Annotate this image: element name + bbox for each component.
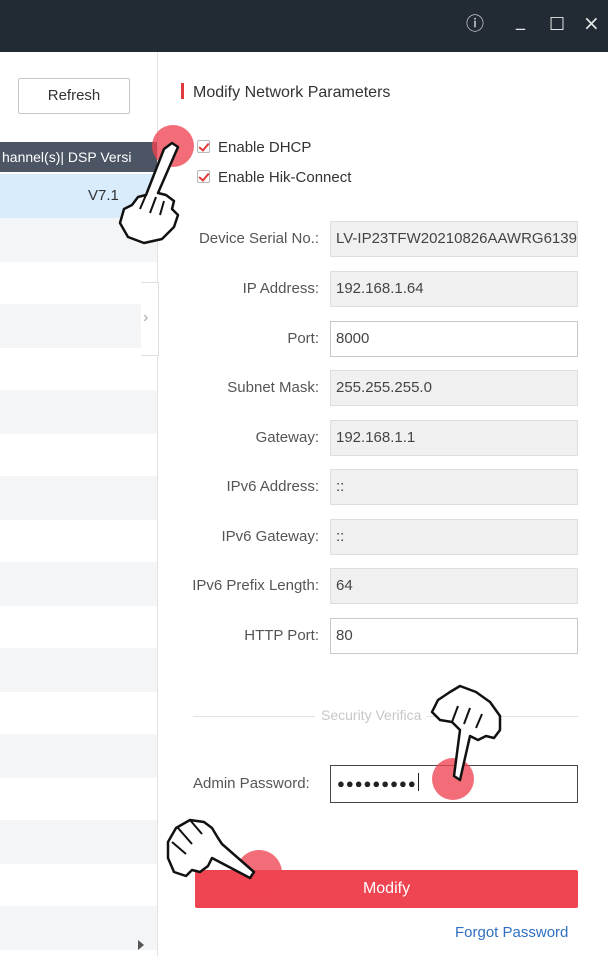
password-mask: ●●●●●●●●● (337, 776, 417, 791)
collapse-panel-handle[interactable]: › (141, 282, 159, 356)
gateway-label: Gateway: (255, 429, 319, 446)
info-icon[interactable]: ⓘ (466, 14, 484, 36)
refresh-button[interactable]: Refresh (18, 78, 130, 114)
pointing-hand-icon (118, 141, 180, 245)
ip-address-label: IP Address: (242, 280, 319, 297)
http-port-field[interactable]: 80 (330, 618, 578, 654)
table-row[interactable] (0, 476, 157, 520)
minimize-icon[interactable]: _ (516, 10, 525, 32)
subnet-mask-label: Subnet Mask: (227, 379, 319, 396)
pointing-hand-icon (430, 684, 502, 782)
ipv6-address-field[interactable]: :: (330, 469, 578, 505)
section-title: Modify Network Parameters (181, 83, 390, 102)
device-serial-field[interactable]: LV-IP23TFW20210826AAWRG6139 (330, 221, 578, 257)
chevron-right-icon: › (143, 309, 149, 326)
checkbox-checked-icon (197, 140, 210, 153)
pointing-hand-icon (166, 818, 256, 880)
ipv6-address-label: IPv6 Address: (226, 478, 319, 495)
enable-hik-connect-label: Enable Hik-Connect (218, 169, 352, 186)
window-titlebar: ⓘ _ ☐ × (0, 0, 608, 52)
security-verification-heading: Security Verifica (315, 707, 428, 723)
close-icon[interactable]: × (583, 12, 600, 34)
subnet-mask-field[interactable]: 255.255.255.0 (330, 370, 578, 406)
security-verification-divider: Security Verifica (193, 707, 578, 723)
table-row[interactable] (0, 734, 157, 778)
table-row[interactable] (0, 820, 157, 864)
ipv6-gateway-label: IPv6 Gateway: (221, 528, 319, 545)
title-accent-bar (181, 83, 184, 99)
maximize-icon[interactable]: ☐ (549, 14, 565, 36)
enable-dhcp-label: Enable DHCP (218, 139, 312, 156)
ip-address-field[interactable]: 192.168.1.64 (330, 271, 578, 307)
forgot-password-link[interactable]: Forgot Password (455, 924, 568, 941)
admin-password-label: Admin Password: (193, 775, 310, 792)
table-row[interactable] (0, 390, 157, 434)
table-row[interactable] (0, 562, 157, 606)
ipv6-prefix-length-label: IPv6 Prefix Length: (192, 577, 319, 594)
checkbox-checked-icon (197, 170, 210, 183)
ipv6-gateway-field[interactable]: :: (330, 519, 578, 555)
ipv6-prefix-length-field[interactable]: 64 (330, 568, 578, 604)
enable-dhcp-checkbox[interactable]: Enable DHCP (197, 139, 311, 156)
table-row[interactable] (0, 648, 157, 692)
scroll-right-arrow-icon[interactable] (138, 940, 144, 950)
table-row[interactable] (0, 304, 157, 348)
text-caret (417, 773, 419, 791)
gateway-field[interactable]: 192.168.1.1 (330, 420, 578, 456)
port-label: Port: (287, 330, 319, 347)
port-field[interactable]: 8000 (330, 321, 578, 357)
http-port-label: HTTP Port: (244, 627, 319, 644)
section-title-text: Modify Network Parameters (193, 84, 391, 101)
table-row[interactable] (0, 906, 157, 950)
enable-hik-connect-checkbox[interactable]: Enable Hik-Connect (197, 169, 351, 186)
